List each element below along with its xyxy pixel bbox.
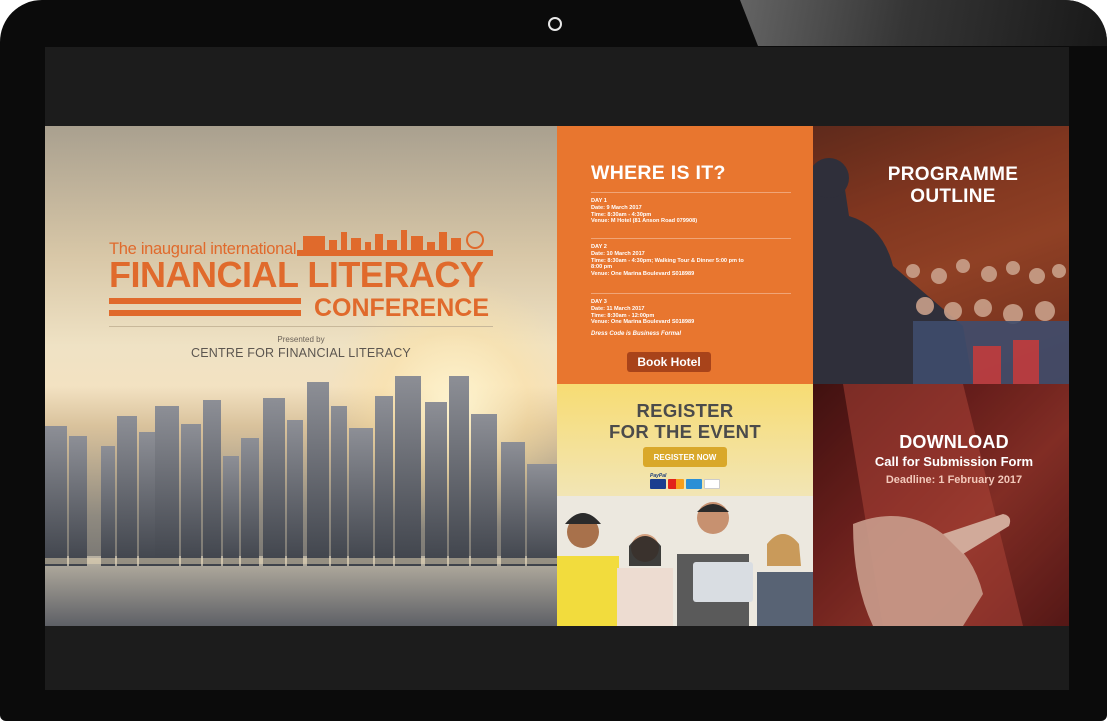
camera-icon xyxy=(548,17,562,31)
day-time: Time: 8:30am - 4:30pm; Walking Tour & Di… xyxy=(591,257,744,264)
logo-skyline-icon xyxy=(297,230,493,256)
where-panel: WHERE IS IT? DAY 1 Date: 9 March 2017 Ti… xyxy=(557,126,813,384)
book-hotel-button[interactable]: Book Hotel xyxy=(627,352,711,372)
visa-card-icon xyxy=(650,479,666,489)
day-3-info: DAY 3 Date: 11 March 2017 Time: 8:30am -… xyxy=(591,293,791,326)
register-title-line1: REGISTER xyxy=(636,400,734,421)
day-venue: Venue: One Marina Boulevard S018989 xyxy=(591,319,695,326)
website-content: The inaugural international FINANCIAL LI… xyxy=(45,126,1069,626)
download-deadline: Deadline: 1 February 2017 xyxy=(885,474,1023,486)
programme-title: PROGRAMME OUTLINE xyxy=(853,164,1053,208)
day-date: Date: 11 March 2017 xyxy=(591,305,645,312)
organizer-name: CENTRE FOR FINANCIAL LITERACY xyxy=(191,346,411,360)
day-label: DAY 3 xyxy=(591,299,607,305)
discover-card-icon xyxy=(704,479,720,489)
download-form-tile[interactable]: DOWNLOAD Call for Submission Form Deadli… xyxy=(813,384,1069,626)
where-heading: WHERE IS IT? xyxy=(591,162,726,184)
programme-title-line1: PROGRAMME xyxy=(887,164,1019,185)
tablet-frame: The inaugural international FINANCIAL LI… xyxy=(0,0,1107,721)
logo-divider xyxy=(109,326,493,327)
day-venue: Venue: One Marina Boulevard S018989 xyxy=(591,271,695,278)
programme-outline-tile[interactable]: PROGRAMME OUTLINE xyxy=(813,126,1069,384)
day-2-info: DAY 2 Date: 10 March 2017 Time: 8:30am -… xyxy=(591,238,791,278)
day-time-cont: 8:00 pm xyxy=(591,264,613,271)
city-skyline-illustration xyxy=(45,376,557,626)
day-label: DAY 1 xyxy=(591,198,607,204)
download-subtitle: Call for Submission Form xyxy=(874,454,1034,469)
presented-by-label: Presented by xyxy=(277,335,325,344)
amex-card-icon xyxy=(686,479,702,489)
hero-subtitle: CONFERENCE xyxy=(313,294,489,322)
payment-cards xyxy=(650,479,720,489)
hands-with-phone-photo xyxy=(813,384,1069,626)
register-now-button[interactable]: REGISTER NOW xyxy=(643,447,727,467)
day-time: Time: 8:30am - 12:00pm xyxy=(591,312,655,319)
day-venue: Venue: M Hotel (81 Anson Road 079908) xyxy=(591,218,698,225)
hero-banner: The inaugural international FINANCIAL LI… xyxy=(45,126,557,626)
frame-glare xyxy=(740,0,1107,46)
programme-title-line2: OUTLINE xyxy=(910,186,996,207)
hero-title: FINANCIAL LITERACY xyxy=(109,254,484,295)
day-label: DAY 2 xyxy=(591,244,607,250)
register-title: REGISTER FOR THE EVENT xyxy=(557,400,813,442)
day-date: Date: 10 March 2017 xyxy=(591,250,645,257)
dress-code-note: Dress Code is Business Formal xyxy=(591,331,682,337)
day-time: Time: 8:30am - 4:30pm xyxy=(591,211,652,218)
day-date: Date: 9 March 2017 xyxy=(591,204,642,211)
people-with-devices-photo xyxy=(557,496,813,626)
download-title: DOWNLOAD xyxy=(899,432,1009,452)
register-title-line2: FOR THE EVENT xyxy=(609,421,761,442)
register-panel: REGISTER FOR THE EVENT REGISTER NOW PayP… xyxy=(557,384,813,626)
mastercard-icon xyxy=(668,479,684,489)
day-1-info: DAY 1 Date: 9 March 2017 Time: 8:30am - … xyxy=(591,192,791,225)
screen: The inaugural international FINANCIAL LI… xyxy=(45,47,1069,690)
